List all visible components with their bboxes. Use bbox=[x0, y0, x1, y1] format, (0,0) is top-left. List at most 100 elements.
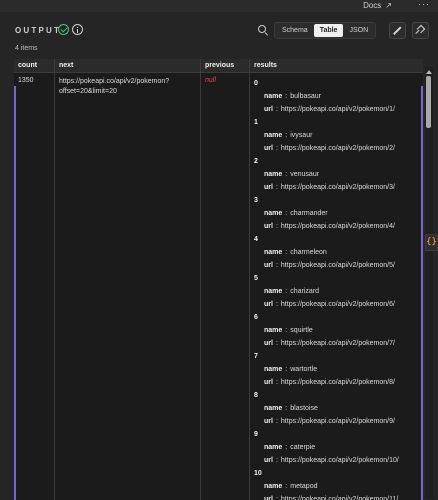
result-name-line: name: wartortle bbox=[264, 363, 423, 376]
result-url-value: https://pokeapi.co/api/v2/pokemon/4/ bbox=[280, 223, 395, 230]
key-separator: : bbox=[275, 379, 278, 386]
scroll-up-icon[interactable] bbox=[426, 70, 432, 74]
result-name-line: name: caterpie bbox=[264, 441, 423, 454]
result-index: 3 bbox=[254, 197, 258, 204]
pin-button[interactable] bbox=[412, 22, 429, 39]
key-separator: : bbox=[275, 262, 278, 269]
result-url-value: https://pokeapi.co/api/v2/pokemon/8/ bbox=[280, 379, 395, 386]
key-separator: : bbox=[275, 184, 278, 191]
docs-label: Docs bbox=[363, 1, 382, 10]
key-separator: : bbox=[285, 366, 288, 373]
result-index: 10 bbox=[254, 470, 262, 477]
key-separator: : bbox=[275, 223, 278, 230]
braces-icon[interactable]: {} bbox=[425, 234, 438, 251]
vertical-scrollbar[interactable] bbox=[425, 67, 433, 499]
output-header: OUTPUT 4 items Schema Table JSON bbox=[0, 12, 438, 54]
result-url-line: url: https://pokeapi.co/api/v2/pokemon/8/ bbox=[264, 376, 423, 389]
result-index: 8 bbox=[254, 392, 258, 399]
result-name-key: name bbox=[264, 210, 283, 217]
view-switcher: Schema Table JSON bbox=[274, 22, 377, 39]
result-name-value: charmeleon bbox=[290, 249, 327, 256]
left-accent-border bbox=[14, 86, 16, 500]
col-results-header: results bbox=[249, 59, 423, 73]
result-name-key: name bbox=[264, 288, 283, 295]
result-name-key: name bbox=[264, 132, 283, 139]
result-name-key: name bbox=[264, 249, 283, 256]
key-separator: : bbox=[275, 496, 278, 500]
result-url-line: url: https://pokeapi.co/api/v2/pokemon/5/ bbox=[264, 259, 423, 272]
external-link-icon: ↗ bbox=[385, 1, 392, 10]
key-separator: : bbox=[275, 106, 278, 113]
result-url-value: https://pokeapi.co/api/v2/pokemon/11/ bbox=[280, 496, 399, 500]
result-url-line: url: https://pokeapi.co/api/v2/pokemon/2/ bbox=[264, 142, 423, 155]
result-name-line: name: blastoise bbox=[264, 402, 423, 415]
result-name-value: squirtle bbox=[290, 327, 313, 334]
result-url-line: url: https://pokeapi.co/api/v2/pokemon/11… bbox=[264, 493, 423, 500]
result-name-line: name: metapod bbox=[264, 480, 423, 493]
tab-table[interactable]: Table bbox=[313, 24, 344, 37]
output-title: OUTPUT bbox=[15, 26, 62, 35]
edit-button[interactable] bbox=[389, 22, 406, 39]
result-url-key: url bbox=[264, 262, 273, 269]
key-separator: : bbox=[285, 210, 288, 217]
result-index: 5 bbox=[254, 275, 258, 282]
result-url-line: url: https://pokeapi.co/api/v2/pokemon/1/ bbox=[264, 103, 423, 116]
result-name-value: wartortle bbox=[290, 366, 318, 373]
result-url-line: url: https://pokeapi.co/api/v2/pokemon/10… bbox=[264, 454, 423, 467]
result-url-value: https://pokeapi.co/api/v2/pokemon/3/ bbox=[280, 184, 395, 191]
tab-schema[interactable]: Schema bbox=[276, 24, 314, 37]
key-separator: : bbox=[285, 405, 288, 412]
result-index: 6 bbox=[254, 314, 258, 321]
result-index: 2 bbox=[254, 158, 258, 165]
key-separator: : bbox=[275, 145, 278, 152]
output-table: count next previous results 1350 https:/… bbox=[14, 59, 423, 500]
pencil-icon bbox=[394, 26, 402, 34]
docs-link[interactable]: Docs ↗ bbox=[363, 1, 392, 10]
more-icon[interactable]: ··· bbox=[418, 0, 430, 9]
search-icon[interactable] bbox=[258, 25, 268, 35]
cell-next: https://pokeapi.co/api/v2/pokemon?offset… bbox=[54, 72, 201, 500]
result-name-key: name bbox=[264, 405, 283, 412]
info-icon[interactable] bbox=[72, 24, 83, 35]
result-name-line: name: venusaur bbox=[264, 168, 423, 181]
table-row: 1350 https://pokeapi.co/api/v2/pokemon?o… bbox=[14, 72, 423, 500]
key-separator: : bbox=[285, 288, 288, 295]
result-name-line: name: bulbasaur bbox=[264, 90, 423, 103]
key-separator: : bbox=[285, 327, 288, 334]
key-separator: : bbox=[285, 93, 288, 100]
result-name-value: blastoise bbox=[290, 405, 318, 412]
result-name-key: name bbox=[264, 483, 283, 490]
result-url-key: url bbox=[264, 379, 273, 386]
scrollbar-thumb[interactable] bbox=[426, 76, 431, 128]
result-name-value: bulbasaur bbox=[290, 93, 321, 100]
result-index: 7 bbox=[254, 353, 258, 360]
result-index: 0 bbox=[254, 80, 258, 87]
items-count: 4 items bbox=[15, 45, 38, 52]
result-name-value: charizard bbox=[290, 288, 320, 295]
result-url-line: url: https://pokeapi.co/api/v2/pokemon/3/ bbox=[264, 181, 423, 194]
result-url-value: https://pokeapi.co/api/v2/pokemon/5/ bbox=[280, 262, 395, 269]
result-index: 4 bbox=[254, 236, 258, 243]
result-name-value: charmander bbox=[290, 210, 328, 217]
result-url-line: url: https://pokeapi.co/api/v2/pokemon/6/ bbox=[264, 298, 423, 311]
result-name-value: caterpie bbox=[290, 444, 316, 451]
result-url-key: url bbox=[264, 340, 273, 347]
pin-icon bbox=[416, 24, 426, 34]
result-name-line: name: charmeleon bbox=[264, 246, 423, 259]
col-count-header: count bbox=[14, 59, 55, 73]
result-name-value: metapod bbox=[290, 483, 318, 490]
result-url-key: url bbox=[264, 457, 273, 464]
result-index: 9 bbox=[254, 431, 258, 438]
result-name-line: name: charmander bbox=[264, 207, 423, 220]
result-url-key: url bbox=[264, 301, 273, 308]
result-url-key: url bbox=[264, 184, 273, 191]
check-circle-icon bbox=[58, 24, 69, 35]
result-url-line: url: https://pokeapi.co/api/v2/pokemon/4/ bbox=[264, 220, 423, 233]
result-url-key: url bbox=[264, 145, 273, 152]
result-name-line: name: squirtle bbox=[264, 324, 423, 337]
result-url-key: url bbox=[264, 223, 273, 230]
key-separator: : bbox=[285, 171, 288, 178]
key-separator: : bbox=[285, 444, 288, 451]
tab-json[interactable]: JSON bbox=[343, 24, 374, 37]
key-separator: : bbox=[285, 132, 288, 139]
